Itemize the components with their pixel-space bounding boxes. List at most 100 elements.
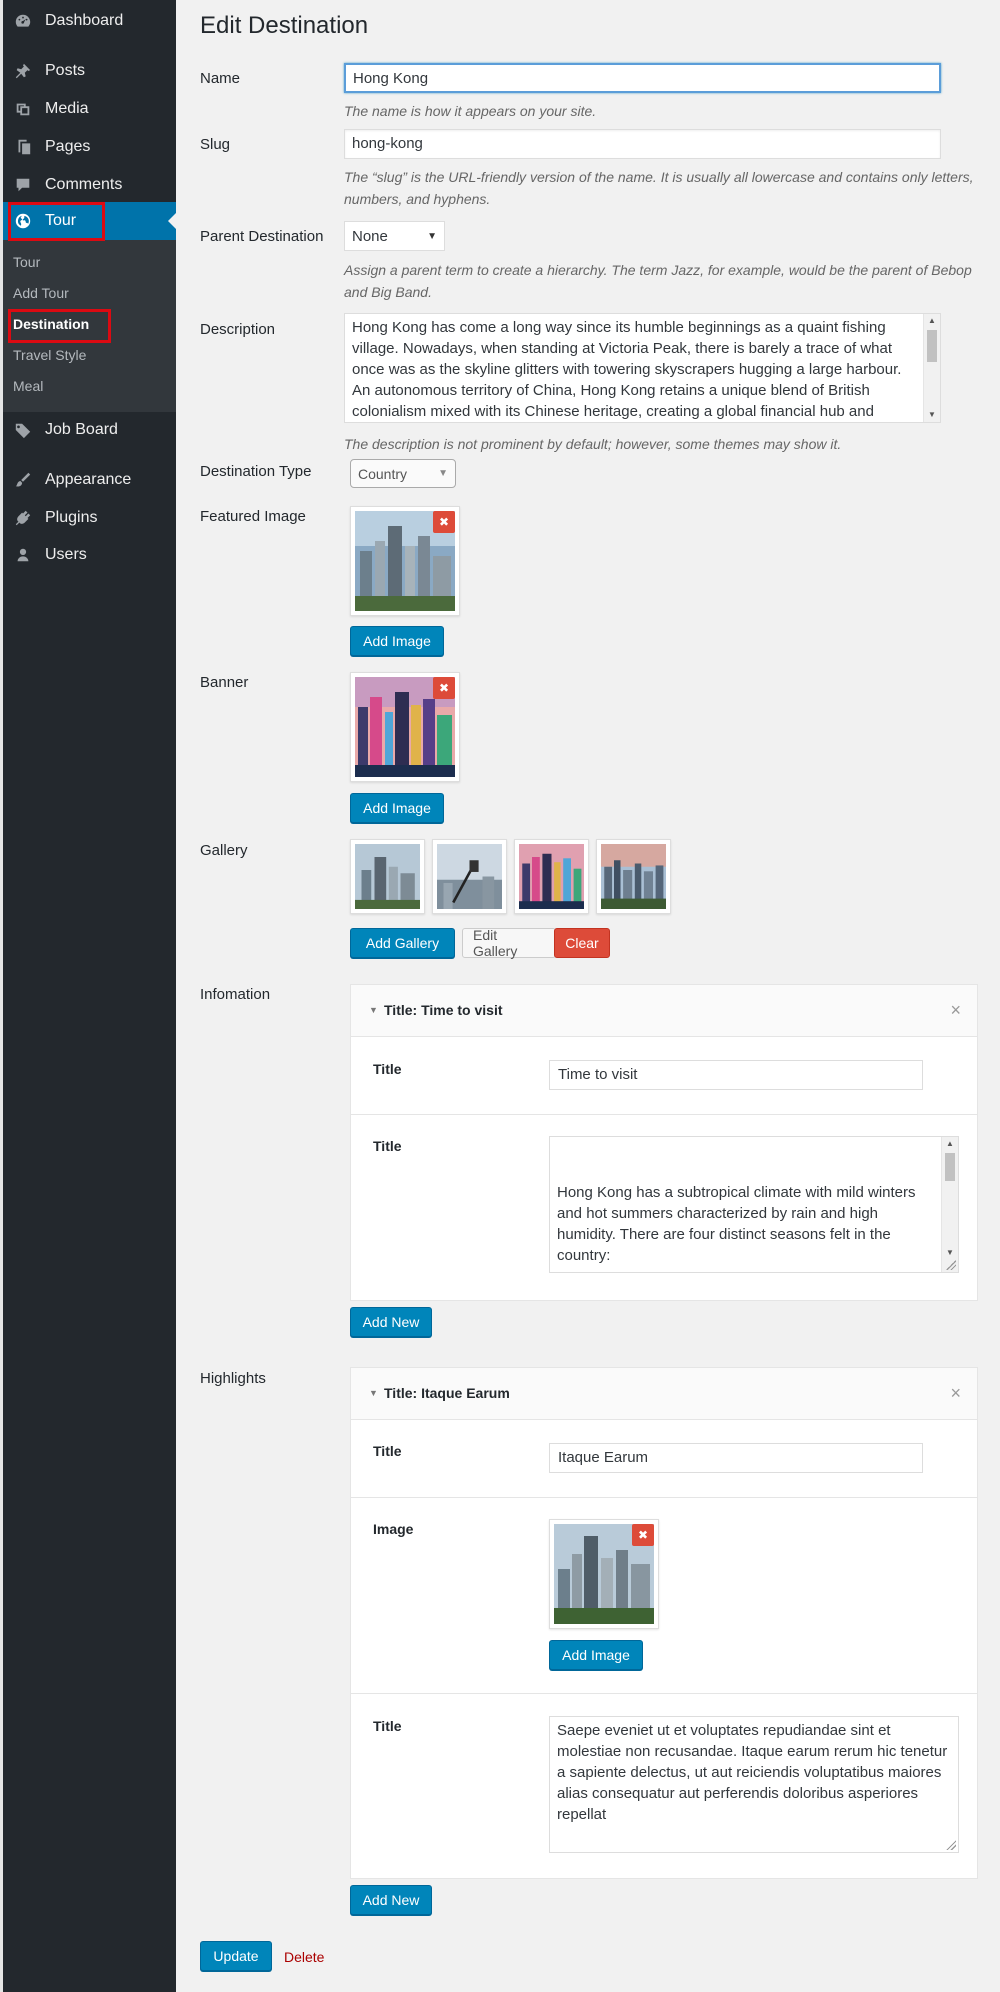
featured-image-add-button[interactable]: Add Image (350, 626, 444, 656)
add-gallery-button[interactable]: Add Gallery (350, 928, 455, 958)
gallery-thumbnail[interactable] (514, 839, 589, 914)
menu-media-label: Media (45, 100, 89, 117)
divider (351, 1114, 977, 1115)
information-scrollbar[interactable]: ▲ ▼ (941, 1137, 958, 1272)
menu-posts-label: Posts (45, 62, 86, 79)
slug-label: Slug (200, 136, 231, 153)
menu-job-board-label: Job Board (45, 421, 118, 438)
tag-icon (13, 420, 33, 440)
description-help: The description is not prominent by defa… (344, 436, 842, 452)
clear-gallery-button[interactable]: Clear (554, 928, 610, 958)
description-textarea[interactable]: Hong Kong has come a long way since its … (344, 313, 941, 423)
slug-input[interactable]: hong-kong (344, 129, 941, 159)
information-textarea[interactable]: Hong Kong has a subtropical climate with… (549, 1136, 959, 1273)
media-icon (13, 99, 33, 119)
resize-grip-icon[interactable] (946, 1840, 956, 1850)
highlights-add-image-button[interactable]: Add Image (549, 1640, 643, 1670)
scroll-down-arrow-icon[interactable]: ▼ (942, 1246, 958, 1260)
pushpin-icon (13, 61, 33, 81)
collapse-triangle-icon[interactable]: ▼ (369, 1005, 378, 1015)
menu-users-label: Users (45, 546, 87, 563)
menu-posts[interactable]: Posts (3, 52, 176, 90)
delete-link[interactable]: Delete (284, 1949, 324, 1965)
highlights-textarea[interactable]: Saepe eveniet ut et voluptates repudiand… (549, 1716, 959, 1853)
scroll-up-arrow-icon[interactable]: ▲ (924, 314, 940, 328)
banner-remove-button[interactable]: ✖ (433, 677, 455, 699)
submenu-travel-style[interactable]: Travel Style (13, 343, 86, 367)
scroll-thumb[interactable] (927, 330, 937, 362)
menu-dashboard[interactable]: Dashboard (3, 2, 176, 40)
parent-label: Parent Destination (200, 228, 324, 245)
information-add-new-button[interactable]: Add New (350, 1307, 432, 1337)
gallery-image-harbour-view (601, 844, 666, 909)
scroll-up-arrow-icon[interactable]: ▲ (942, 1137, 958, 1151)
gallery-thumbnail[interactable] (596, 839, 671, 914)
gallery-image-cityscape (355, 844, 420, 909)
gallery-label: Gallery (200, 842, 248, 859)
highlights-image-label: Image (373, 1521, 414, 1537)
destination-type-label: Destination Type (200, 463, 312, 480)
featured-image-label: Featured Image (200, 508, 306, 525)
submenu-tour[interactable]: Tour (13, 250, 40, 274)
update-button[interactable]: Update (200, 1941, 272, 1971)
plugin-icon (13, 508, 33, 528)
destination-type-select[interactable]: Country ▼ (350, 459, 456, 488)
close-icon[interactable]: × (950, 1383, 961, 1404)
highlights-title-input[interactable]: Itaque Earum (549, 1443, 923, 1473)
highlights-item-title: Title: Itaque Earum (384, 1385, 510, 1401)
featured-image-remove-button[interactable]: ✖ (433, 511, 455, 533)
slug-help: The “slug” is the URL-friendly version o… (344, 169, 974, 207)
resize-grip-icon[interactable] (946, 1260, 956, 1270)
menu-appearance-label: Appearance (45, 471, 132, 488)
menu-pages[interactable]: Pages (3, 128, 176, 166)
highlights-title-label: Title (373, 1443, 402, 1459)
parent-select[interactable]: None ▼ (344, 221, 445, 251)
gallery-thumbnail[interactable] (432, 839, 507, 914)
annotation-box-tour (8, 202, 105, 241)
main-content: Edit Destination Name Hong Kong The name… (176, 0, 1000, 1992)
information-title-input[interactable]: Time to visit (549, 1060, 923, 1090)
menu-users[interactable]: Users (3, 536, 176, 574)
edit-gallery-button[interactable]: Edit Gallery (462, 927, 556, 959)
submenu-meal[interactable]: Meal (13, 374, 43, 398)
menu-pages-label: Pages (45, 138, 91, 155)
divider (351, 1693, 977, 1694)
scroll-down-arrow-icon[interactable]: ▼ (924, 408, 940, 422)
information-item-header[interactable]: ▼ Title: Time to visit × (351, 985, 977, 1037)
featured-image-thumbnail[interactable]: ✖ (350, 506, 460, 616)
gallery-thumbnail[interactable] (350, 839, 425, 914)
banner-add-button[interactable]: Add Image (350, 793, 444, 823)
paintbrush-icon (13, 470, 33, 490)
information-text: Hong Kong has a subtropical climate with… (557, 1184, 916, 1264)
current-menu-arrow (168, 213, 176, 229)
gallery-image-night-skyline (519, 844, 584, 909)
menu-plugins-label: Plugins (45, 509, 98, 526)
chevron-down-icon: ▼ (438, 468, 448, 479)
banner-thumbnail[interactable]: ✖ (350, 672, 460, 782)
page-title: Edit Destination (200, 12, 369, 39)
scroll-thumb[interactable] (945, 1153, 955, 1181)
menu-job-board[interactable]: Job Board (3, 411, 176, 449)
highlights-add-new-button[interactable]: Add New (350, 1885, 432, 1915)
close-icon[interactable]: × (950, 1000, 961, 1021)
description-label: Description (200, 321, 276, 338)
admin-sidebar: Dashboard Posts Media Pages Comments Tou… (0, 0, 176, 1992)
menu-appearance[interactable]: Appearance (3, 461, 176, 499)
menu-dashboard-label: Dashboard (45, 12, 124, 29)
name-help: The name is how it appears on your site. (344, 103, 597, 119)
menu-plugins[interactable]: Plugins (3, 499, 176, 537)
description-scrollbar[interactable]: ▲ ▼ (923, 314, 940, 422)
menu-media[interactable]: Media (3, 90, 176, 128)
dashboard-icon (13, 11, 33, 31)
highlights-item-header[interactable]: ▼ Title: Itaque Earum × (351, 1368, 977, 1420)
pages-icon (13, 137, 33, 157)
highlights-text-label: Title (373, 1718, 402, 1734)
information-text-label: Title (373, 1138, 402, 1154)
collapse-triangle-icon[interactable]: ▼ (369, 1388, 378, 1398)
highlights-image-thumbnail[interactable]: ✖ (549, 1519, 659, 1629)
highlights-image-remove-button[interactable]: ✖ (632, 1524, 654, 1546)
menu-comments[interactable]: Comments (3, 166, 176, 204)
user-icon (13, 545, 33, 565)
submenu-add-tour[interactable]: Add Tour (13, 281, 69, 305)
name-input[interactable]: Hong Kong (344, 63, 941, 93)
